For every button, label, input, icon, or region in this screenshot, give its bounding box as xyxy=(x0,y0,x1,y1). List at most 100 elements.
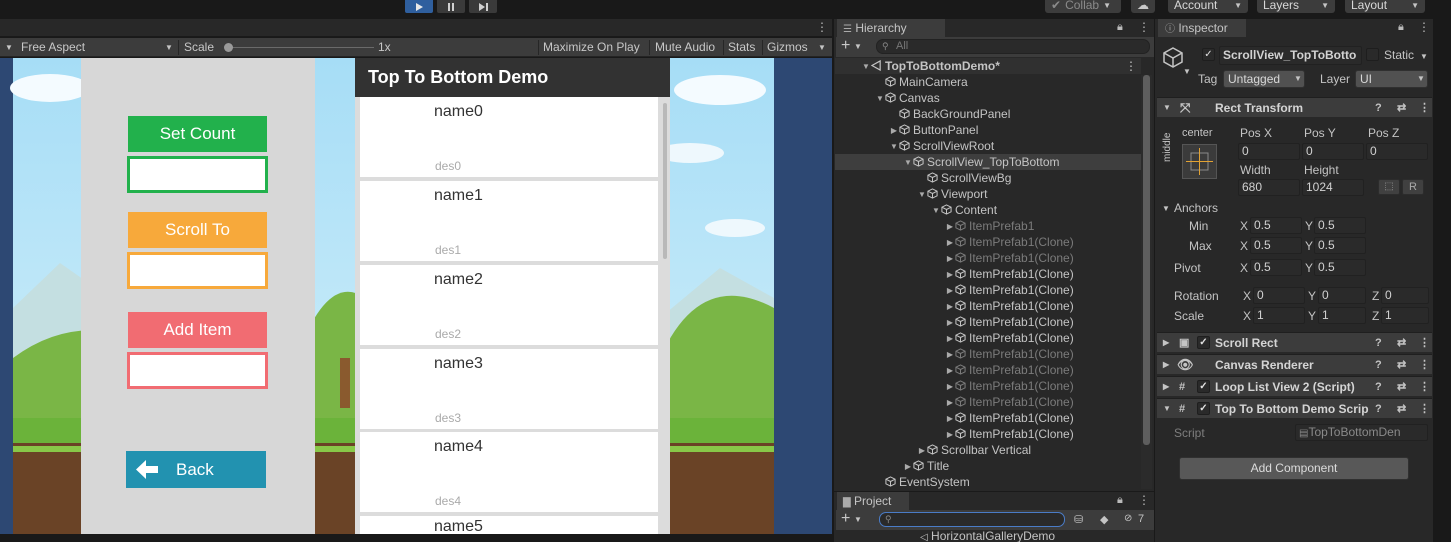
filter-type-icon[interactable]: ⛁ xyxy=(1074,513,1083,526)
preset-icon[interactable]: ⇄ xyxy=(1397,377,1406,397)
pause-button[interactable] xyxy=(437,0,465,13)
hierarchy-item[interactable]: ▼ ScrollViewRoot xyxy=(835,138,1141,154)
scroll-rect-enabled-checkbox[interactable]: ✓ xyxy=(1197,336,1210,349)
scale-x-field[interactable]: 1 xyxy=(1253,307,1305,324)
scale-slider[interactable] xyxy=(224,43,374,52)
hierarchy-item[interactable]: EventSystem xyxy=(835,474,1141,490)
scrollbar-thumb[interactable] xyxy=(1143,75,1150,445)
rotation-y-field[interactable]: 0 xyxy=(1318,287,1366,304)
lock-icon[interactable]: 🔒︎ xyxy=(1117,494,1123,507)
chevron-right-icon[interactable]: ▶ xyxy=(945,235,955,251)
hierarchy-item[interactable]: ▶ ItemPrefab1(Clone) xyxy=(835,394,1141,410)
hierarchy-item[interactable]: ▼ Viewport xyxy=(835,186,1141,202)
tag-icon[interactable]: ◆ xyxy=(1100,513,1108,526)
chevron-right-icon[interactable]: ▶ xyxy=(945,427,955,443)
rect-transform-header[interactable]: ▼ ⤧ Rect Transform ? ⇄ ⋮ xyxy=(1157,97,1432,117)
slider-handle[interactable] xyxy=(224,43,233,52)
list-item[interactable]: name3 des3 xyxy=(360,349,658,429)
chevron-down-icon[interactable]: ▼ xyxy=(1162,204,1170,213)
help-icon[interactable]: ? xyxy=(1375,399,1382,419)
chevron-down-icon[interactable]: ▼ xyxy=(931,203,941,219)
chevron-down-icon[interactable]: ▼ xyxy=(875,91,885,107)
height-field[interactable]: 1024 xyxy=(1302,179,1364,196)
more-icon[interactable]: ⋮ xyxy=(1138,493,1150,507)
chevron-right-icon[interactable]: ▶ xyxy=(945,331,955,347)
hierarchy-scrollbar[interactable] xyxy=(1141,75,1152,489)
chevron-right-icon[interactable]: ▶ xyxy=(945,251,955,267)
chevron-down-icon[interactable]: ▼ xyxy=(861,59,871,75)
anchor-max-x-field[interactable]: 0.5 xyxy=(1250,237,1302,254)
pos-y-field[interactable]: 0 xyxy=(1302,143,1364,160)
preset-icon[interactable]: ⇄ xyxy=(1397,355,1406,375)
raw-edit-button[interactable]: R xyxy=(1402,179,1424,195)
tag-dropdown[interactable]: Untagged ▼ xyxy=(1223,70,1305,88)
chevron-down-icon[interactable]: ▼ xyxy=(1420,52,1428,61)
hierarchy-item[interactable]: ▶ ItemPrefab1(Clone) xyxy=(835,426,1141,442)
anchor-min-y-field[interactable]: 0.5 xyxy=(1314,217,1366,234)
width-field[interactable]: 680 xyxy=(1238,179,1300,196)
chevron-down-icon[interactable]: ▼ xyxy=(1183,67,1191,76)
rotation-x-field[interactable]: 0 xyxy=(1253,287,1305,304)
display-dropdown-icon[interactable]: ▼ xyxy=(5,40,13,55)
hierarchy-item[interactable]: ▶ ItemPrefab1(Clone) xyxy=(835,266,1141,282)
layer-dropdown[interactable]: UI ▼ xyxy=(1355,70,1428,88)
hierarchy-item[interactable]: ▶ ItemPrefab1(Clone) xyxy=(835,298,1141,314)
hierarchy-item[interactable]: ▶ ItemPrefab1(Clone) xyxy=(835,234,1141,250)
loop-list-enabled-checkbox[interactable]: ✓ xyxy=(1197,380,1210,393)
set-count-button[interactable]: Set Count xyxy=(128,116,267,152)
list-scrollbar[interactable] xyxy=(663,103,667,259)
anchor-max-y-field[interactable]: 0.5 xyxy=(1314,237,1366,254)
hierarchy-item[interactable]: ▶ ItemPrefab1(Clone) xyxy=(835,362,1141,378)
add-component-button[interactable]: Add Component xyxy=(1179,457,1409,480)
plus-icon[interactable]: + xyxy=(841,37,850,55)
aspect-dropdown[interactable]: Free Aspect ▼ xyxy=(21,40,176,55)
chevron-right-icon[interactable]: ▶ xyxy=(903,459,913,475)
project-item[interactable]: ◁ HorizontalGalleryDemo xyxy=(920,531,1055,542)
stats-toggle[interactable]: Stats xyxy=(728,40,755,55)
chevron-right-icon[interactable]: ▶ xyxy=(945,379,955,395)
chevron-right-icon[interactable]: ▶ xyxy=(945,267,955,283)
chevron-right-icon[interactable]: ▶ xyxy=(945,395,955,411)
cloud-button[interactable]: ☁ xyxy=(1131,0,1155,13)
anchor-min-x-field[interactable]: 0.5 xyxy=(1250,217,1302,234)
more-icon[interactable]: ⋮ xyxy=(1419,377,1430,397)
pos-x-field[interactable]: 0 xyxy=(1238,143,1300,160)
hierarchy-item[interactable]: ▶ Scrollbar Vertical xyxy=(835,442,1141,458)
tab-hierarchy[interactable]: ☰ Hierarchy xyxy=(837,19,945,37)
preset-icon[interactable]: ⇄ xyxy=(1397,399,1406,419)
more-icon[interactable]: ⋮ xyxy=(816,20,828,34)
preset-icon[interactable]: ⇄ xyxy=(1397,98,1406,118)
gizmos-toggle[interactable]: Gizmos xyxy=(767,40,808,55)
more-icon[interactable]: ⋮ xyxy=(1419,399,1430,419)
blueprint-mode-button[interactable]: ⬚ xyxy=(1378,179,1400,195)
hierarchy-item[interactable]: ▶ ButtonPanel xyxy=(835,122,1141,138)
object-name-field[interactable]: ScrollView_TopToBotto xyxy=(1219,46,1362,65)
hierarchy-search[interactable]: ⚲ All xyxy=(876,39,1150,54)
pos-z-field[interactable]: 0 xyxy=(1366,143,1428,160)
set-count-input[interactable] xyxy=(127,156,268,193)
more-icon[interactable]: ⋮ xyxy=(1138,20,1150,34)
add-item-input[interactable] xyxy=(127,352,268,389)
hierarchy-item[interactable]: ▼ Content xyxy=(835,202,1141,218)
scroll-to-button[interactable]: Scroll To xyxy=(128,212,267,248)
pivot-y-field[interactable]: 0.5 xyxy=(1314,259,1366,276)
hidden-icon[interactable]: ⊘ xyxy=(1124,513,1132,524)
maximize-on-play-toggle[interactable]: Maximize On Play xyxy=(543,40,640,55)
canvas-renderer-header[interactable]: ▶ 👁︎ Canvas Renderer ? ⇄ ⋮ xyxy=(1157,354,1432,374)
hierarchy-item[interactable]: ▶ ItemPrefab1(Clone) xyxy=(835,346,1141,362)
help-icon[interactable]: ? xyxy=(1375,355,1382,375)
plus-icon[interactable]: + xyxy=(841,510,850,528)
chevron-right-icon[interactable]: ▶ xyxy=(945,363,955,379)
more-icon[interactable]: ⋮ xyxy=(1419,355,1430,375)
layout-dropdown[interactable]: Layout ▼ xyxy=(1345,0,1425,13)
hierarchy-item[interactable]: ▶ ItemPrefab1(Clone) xyxy=(835,410,1141,426)
static-checkbox[interactable] xyxy=(1366,48,1379,61)
project-search[interactable]: ⚲ xyxy=(879,512,1065,527)
layers-dropdown[interactable]: Layers ▼ xyxy=(1257,0,1335,13)
list-item[interactable]: name2 des2 xyxy=(360,265,658,345)
help-icon[interactable]: ? xyxy=(1375,377,1382,397)
tab-project[interactable]: ▇ Project xyxy=(837,492,909,510)
pivot-x-field[interactable]: 0.5 xyxy=(1250,259,1302,276)
chevron-right-icon[interactable]: ▶ xyxy=(945,299,955,315)
tab-inspector[interactable]: ⓘ Inspector xyxy=(1158,19,1246,37)
